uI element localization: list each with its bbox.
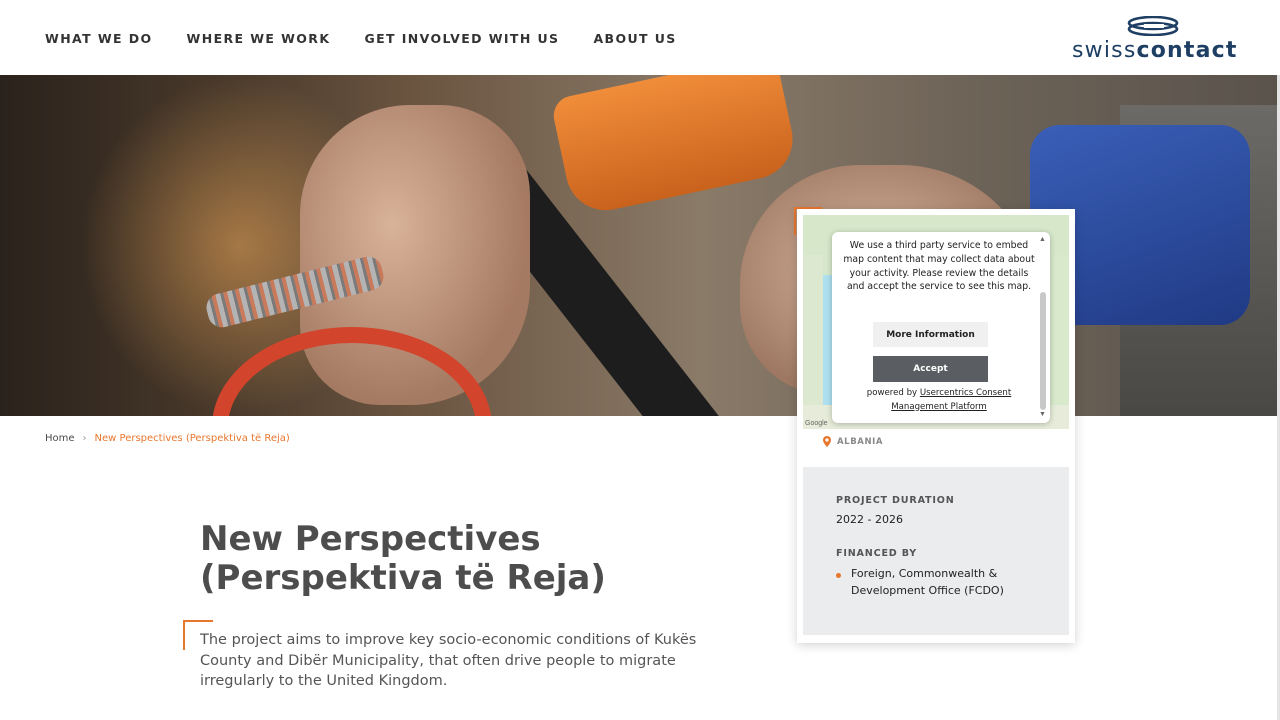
duration-value: 2022 - 2026 bbox=[836, 513, 903, 526]
logo-mark-icon bbox=[1127, 16, 1179, 36]
consent-message: We use a third party service to embed ma… bbox=[843, 240, 1035, 293]
hero-image bbox=[0, 75, 1277, 416]
more-information-button[interactable]: More Information bbox=[873, 322, 988, 347]
logo-wordmark: swisscontact bbox=[1072, 38, 1238, 63]
duration-label: PROJECT DURATION bbox=[836, 495, 955, 506]
title-line-1: New Perspectives bbox=[200, 519, 541, 559]
scroll-up-icon[interactable]: ▲ bbox=[1039, 236, 1046, 243]
nav-get-involved[interactable]: GET INVOLVED WITH US bbox=[364, 31, 559, 46]
site-header: WHAT WE DO WHERE WE WORK GET INVOLVED WI… bbox=[0, 0, 1280, 75]
nav-where-we-work[interactable]: WHERE WE WORK bbox=[187, 31, 331, 46]
accept-button[interactable]: Accept bbox=[873, 356, 988, 382]
financed-label: FINANCED BY bbox=[836, 548, 918, 559]
breadcrumb-home[interactable]: Home bbox=[45, 433, 75, 444]
location: ALBANIA bbox=[823, 436, 883, 447]
financed-item: Foreign, Commonwealth & Development Offi… bbox=[836, 566, 1036, 599]
project-details: PROJECT DURATION 2022 - 2026 FINANCED BY… bbox=[803, 467, 1069, 635]
scroll-thumb[interactable] bbox=[1040, 292, 1046, 410]
nav-what-we-do[interactable]: WHAT WE DO bbox=[45, 31, 153, 46]
breadcrumb-current: New Perspectives (Perspektiva të Reja) bbox=[94, 433, 290, 444]
consent-dialog: We use a third party service to embed ma… bbox=[832, 232, 1050, 423]
bullet-icon bbox=[836, 573, 841, 578]
swisscontact-logo[interactable]: swisscontact bbox=[1072, 16, 1236, 64]
map-embed[interactable]: Google Morocco We use a third party serv… bbox=[803, 215, 1069, 429]
main-nav: WHAT WE DO WHERE WE WORK GET INVOLVED WI… bbox=[45, 31, 711, 46]
title-line-2: (Perspektiva të Reja) bbox=[200, 558, 606, 598]
chevron-right-icon: › bbox=[82, 433, 87, 444]
breadcrumb: Home › New Perspectives (Perspektiva të … bbox=[45, 433, 290, 444]
pin-icon bbox=[823, 436, 831, 447]
page-title: New Perspectives (Perspektiva të Reja) bbox=[200, 520, 760, 598]
google-label: Google bbox=[805, 420, 828, 427]
project-info-card: Google Morocco We use a third party serv… bbox=[797, 209, 1075, 643]
scroll-down-icon[interactable]: ▼ bbox=[1039, 411, 1046, 418]
consent-scrollbar[interactable]: ▲ ▼ bbox=[1039, 236, 1047, 418]
financed-value: Foreign, Commonwealth & Development Offi… bbox=[851, 567, 1004, 597]
powered-prefix: powered by bbox=[866, 388, 918, 398]
location-label: ALBANIA bbox=[837, 436, 884, 447]
nav-about-us[interactable]: ABOUT US bbox=[593, 31, 676, 46]
powered-by: powered by Usercentrics Consent Manageme… bbox=[842, 387, 1036, 414]
intro-text: The project aims to improve key socio-ec… bbox=[200, 632, 697, 689]
